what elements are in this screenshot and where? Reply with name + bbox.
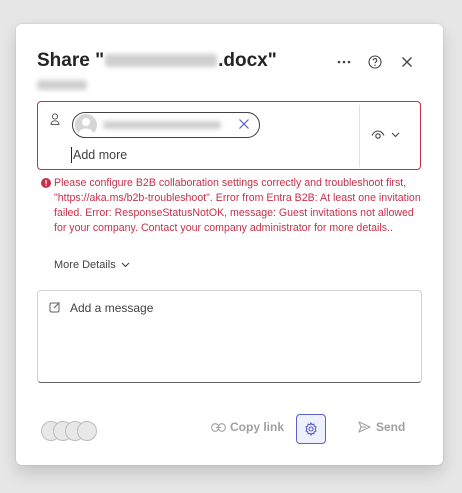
send-button[interactable]: Send xyxy=(358,420,405,434)
recipient-chip[interactable] xyxy=(72,112,260,138)
send-label: Send xyxy=(376,420,406,434)
close-icon xyxy=(402,57,412,67)
redacted-subtitle xyxy=(37,80,87,90)
more-details-label: More Details xyxy=(54,259,116,271)
chevron-down-icon xyxy=(391,132,400,138)
redacted-filename xyxy=(105,54,218,68)
add-more-input[interactable]: Add more xyxy=(71,147,127,163)
edit-icon xyxy=(49,302,60,313)
permission-dropdown[interactable] xyxy=(371,123,411,147)
ellipsis-icon xyxy=(337,60,351,64)
title-suffix: .docx" xyxy=(218,50,277,71)
error-icon xyxy=(41,178,51,188)
remove-recipient-button[interactable] xyxy=(236,116,252,137)
chevron-down-icon xyxy=(121,262,130,268)
close-icon xyxy=(239,119,249,129)
copy-link-label: Copy link xyxy=(230,420,285,434)
avatar xyxy=(75,114,97,136)
copy-link-button[interactable]: Copy link xyxy=(211,420,284,434)
close-button[interactable] xyxy=(395,50,419,74)
help-button[interactable] xyxy=(363,50,387,74)
avatar xyxy=(77,421,97,441)
shared-with-avatars[interactable] xyxy=(41,421,101,441)
eye-icon xyxy=(371,130,385,139)
gear-icon xyxy=(305,422,317,436)
message-input[interactable]: Add a message xyxy=(37,290,422,383)
title-prefix: Share " xyxy=(37,50,105,71)
more-details-button[interactable]: More Details xyxy=(54,259,130,271)
link-settings-button[interactable] xyxy=(296,414,326,444)
person-icon xyxy=(50,113,60,125)
more-options-button[interactable] xyxy=(332,50,356,74)
message-placeholder: Add a message xyxy=(70,301,154,315)
link-icon xyxy=(211,422,226,432)
dialog-title: Share " .docx" xyxy=(37,50,277,72)
share-dialog: Share " .docx" Add more Please configure… xyxy=(16,24,443,465)
divider xyxy=(359,105,360,167)
recipients-field[interactable]: Add more xyxy=(37,101,421,170)
question-circle-icon xyxy=(368,55,382,69)
redacted-recipient-name xyxy=(103,121,221,129)
send-icon xyxy=(358,421,371,433)
error-text: Please configure B2B collaboration setti… xyxy=(54,177,421,234)
